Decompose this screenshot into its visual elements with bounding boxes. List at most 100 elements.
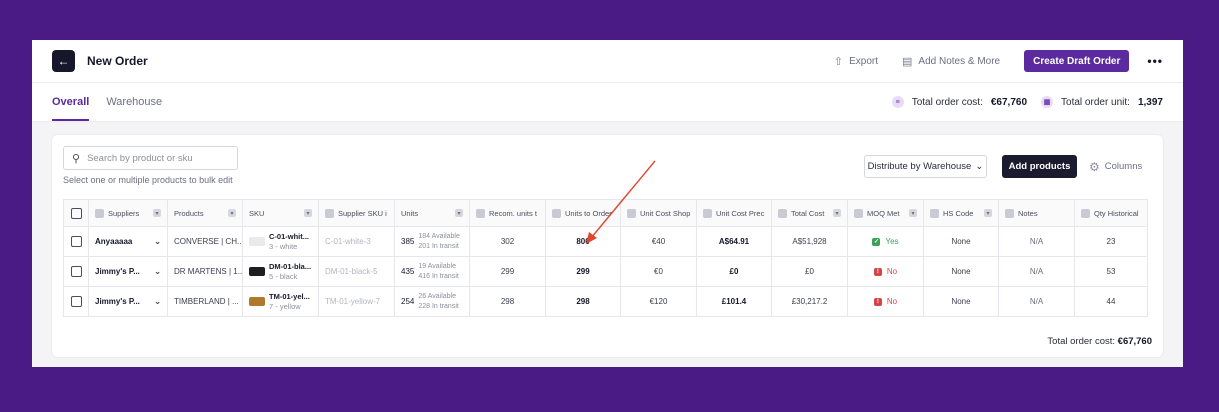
header-qty-historical[interactable]: Qty Historical	[1074, 200, 1147, 226]
recom-units: 302	[469, 227, 545, 256]
header-unit-cost-prec[interactable]: Unit Cost Prec	[696, 200, 771, 226]
add-notes-button[interactable]: ▤ Add Notes & More	[902, 55, 1000, 68]
units-to-order-input[interactable]: 800	[545, 227, 620, 256]
supplier-select[interactable]: Jimmy's P... ⌄	[88, 257, 167, 286]
order-totals: ≡ Total order cost: €67,760 ▦ Total orde…	[891, 83, 1163, 121]
header-supplier-sku[interactable]: Supplier SKU i	[318, 200, 394, 226]
units-count: 254	[401, 297, 415, 306]
units-to-order-input[interactable]: 299	[545, 257, 620, 286]
row-select-cell[interactable]	[64, 227, 88, 256]
distribute-dropdown[interactable]: Distribute by Warehouse ⌄	[864, 155, 987, 178]
header-recom-units[interactable]: Recom. units t	[469, 200, 545, 226]
units-cell: 254 26 Available 228 In transit	[394, 287, 469, 316]
total-unit-summary: ▦ Total order unit: 1,397	[1041, 96, 1163, 108]
column-type-icon	[95, 208, 104, 218]
column-type-icon	[325, 208, 334, 218]
alert-icon: !	[873, 267, 882, 276]
table-row[interactable]: Jimmy's P... ⌄ DR MARTENS | 1... DM-01-bl…	[64, 256, 1147, 286]
hs-code[interactable]: None	[923, 257, 998, 286]
moq-label: No	[886, 297, 898, 306]
column-type-icon	[703, 208, 712, 218]
moq-label: No	[886, 267, 898, 276]
units-in-transit: 416 In transit	[418, 272, 459, 280]
header-notes[interactable]: Notes	[998, 200, 1074, 226]
supplier-sku[interactable]: DM-01-black-5	[318, 257, 394, 286]
header-units[interactable]: Units ▾	[394, 200, 469, 226]
chevron-down-icon: ⌄	[154, 237, 161, 246]
column-type-icon	[778, 208, 787, 218]
units-to-order-value: 298	[576, 297, 590, 306]
row-select-cell[interactable]	[64, 257, 88, 286]
supplier-select[interactable]: Anyaaaaa ⌄	[88, 227, 167, 256]
sort-icon[interactable]: ▾	[909, 209, 917, 217]
notes[interactable]: N/A	[998, 257, 1074, 286]
supplier-sku[interactable]: TM-01-yellow-7	[318, 287, 394, 316]
alert-icon: !	[873, 297, 882, 306]
create-draft-order-button[interactable]: Create Draft Order	[1024, 50, 1130, 72]
chevron-down-icon: ⌄	[154, 297, 161, 306]
sort-icon[interactable]: ▾	[833, 209, 841, 217]
header-label: Suppliers	[108, 208, 140, 218]
arrow-left-icon: ←	[57, 54, 70, 68]
sku-cell: DM-01-bla... 5 - black	[242, 257, 318, 286]
product-thumbnail	[249, 297, 265, 306]
table-header-row: Suppliers ▾ Products ▾ SKU ▾ Supplier SK…	[64, 200, 1147, 226]
app-window: ← New Order ⇧ Export ▤ Add Notes & More …	[32, 40, 1183, 367]
header-total-cost[interactable]: Total Cost ▾	[771, 200, 847, 226]
sku-code: TM-01-yel...	[269, 291, 310, 301]
header-moq-met[interactable]: MOQ Met ▾	[847, 200, 923, 226]
table-row[interactable]: Anyaaaaa ⌄ CONVERSE | CH... C-01-whit... 3…	[64, 226, 1147, 256]
units-cell: 435 19 Available 416 In transit	[394, 257, 469, 286]
sort-icon[interactable]: ▾	[455, 209, 463, 217]
units-to-order-value: 800	[576, 237, 590, 246]
product-name: TIMBERLAND | ...	[167, 287, 242, 316]
header-label: MOQ Met	[867, 208, 900, 218]
top-bar: ← New Order ⇧ Export ▤ Add Notes & More …	[32, 40, 1183, 83]
notes[interactable]: N/A	[998, 227, 1074, 256]
header-suppliers[interactable]: Suppliers ▾	[88, 200, 167, 226]
total-cost: A$51,928	[771, 227, 847, 256]
sort-icon[interactable]: ▾	[228, 209, 236, 217]
row-checkbox[interactable]	[70, 296, 82, 307]
sort-icon[interactable]: ▾	[153, 209, 161, 217]
header-hs-code[interactable]: HS Code ▾	[923, 200, 998, 226]
row-select-cell[interactable]	[64, 287, 88, 316]
header-units-to-order[interactable]: Units to Order	[545, 200, 620, 226]
unit-cost-shop: €40	[620, 227, 696, 256]
row-checkbox[interactable]	[70, 266, 82, 277]
supplier-sku[interactable]: C-01-white-3	[318, 227, 394, 256]
total-cost-label: Total order cost:	[911, 96, 983, 108]
header-unit-cost-shop[interactable]: Unit Cost Shop	[620, 200, 696, 226]
add-products-button[interactable]: Add products	[1002, 155, 1077, 178]
sku-cell: C-01-whit... 3 - white	[242, 227, 318, 256]
row-checkbox[interactable]	[70, 236, 82, 247]
sort-icon[interactable]: ▾	[984, 209, 992, 217]
export-label: Export	[849, 55, 878, 67]
select-all-cell[interactable]	[64, 200, 88, 226]
units-count: 435	[401, 267, 415, 276]
tab-warehouse[interactable]: Warehouse	[106, 83, 162, 121]
more-options-icon[interactable]: •••	[1147, 54, 1163, 68]
supplier-select[interactable]: Jimmy's P... ⌄	[88, 287, 167, 316]
search-input[interactable]: ⚲ Search by product or sku	[63, 146, 238, 170]
hs-code[interactable]: None	[923, 227, 998, 256]
gear-icon: ⚙	[1089, 159, 1100, 174]
select-all-checkbox[interactable]	[70, 207, 82, 219]
tab-overall[interactable]: Overall	[52, 83, 90, 121]
clipboard-icon: ▤	[902, 55, 913, 68]
header-products[interactable]: Products ▾	[167, 200, 242, 226]
column-type-icon	[1005, 208, 1014, 218]
moq-badge: ! No	[873, 297, 898, 306]
units-to-order-input[interactable]: 298	[545, 287, 620, 316]
table-row[interactable]: Jimmy's P... ⌄ TIMBERLAND | ... TM-01-yel…	[64, 286, 1147, 316]
header-sku[interactable]: SKU ▾	[242, 200, 318, 226]
sort-icon[interactable]: ▾	[304, 209, 312, 217]
footer-total: Total order cost: €67,760	[1047, 336, 1152, 347]
columns-button[interactable]: ⚙ Columns	[1089, 155, 1142, 178]
supplier-name: Jimmy's P...	[95, 267, 140, 276]
back-button[interactable]: ←	[52, 50, 75, 72]
units-cell: 385 184 Available 201 In transit	[394, 227, 469, 256]
export-button[interactable]: ⇧ Export	[834, 55, 878, 68]
notes[interactable]: N/A	[998, 287, 1074, 316]
hs-code[interactable]: None	[923, 287, 998, 316]
